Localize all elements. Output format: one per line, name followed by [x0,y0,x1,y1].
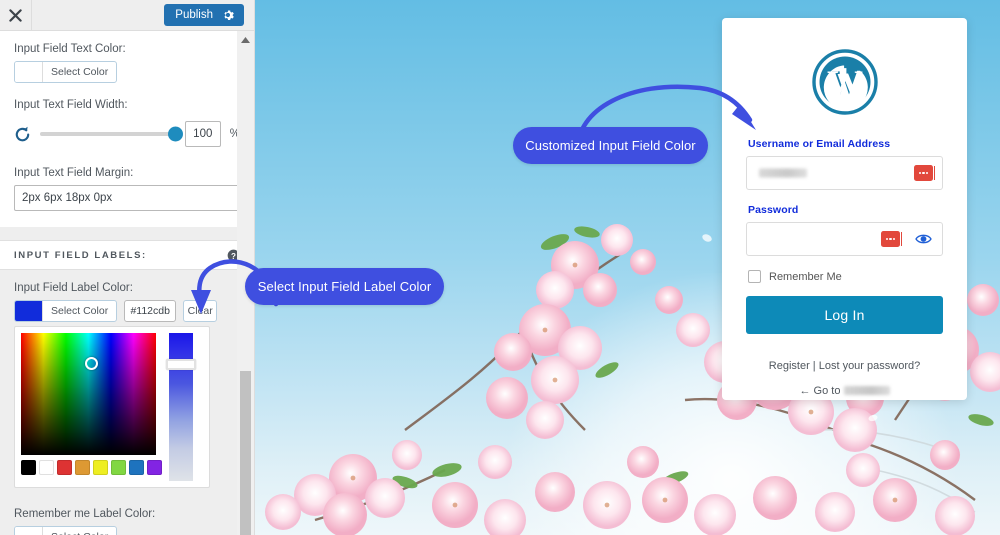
customizer-body: Input Field Text Color: Select Color Inp… [0,31,254,535]
select-color-label: Select Color [43,527,116,535]
swatch-white[interactable] [39,460,54,475]
input-text-field-width-label: Input Text Field Width: [14,99,128,111]
input-field-text-color-label: Input Field Text Color: [14,43,126,55]
remember-me-label-color-label: Remember me Label Color: [14,508,156,520]
width-slider-track[interactable] [40,126,183,142]
input-text-field-margin-control: Input Text Field Margin: 2px 6px 18px 0p… [0,155,254,227]
show-password-icon[interactable] [915,233,932,246]
color-swatch [15,62,43,82]
lastpass-icon[interactable] [881,231,902,247]
site-name-masked [843,386,890,395]
publish-button[interactable]: Publish [164,4,244,26]
gear-icon[interactable] [223,9,235,21]
swatch-green[interactable] [111,460,126,475]
input-text-field-width-control: Input Text Field Width: 100 % [0,87,254,155]
go-to-prefix: ← Go to [799,385,841,397]
remember-me-label-color-control: Remember me Label Color: Select Color [0,488,254,535]
scrollbar-thumb[interactable] [240,371,251,535]
wp-login-card: W Username or Email Address Password Rem… [722,18,967,400]
saturation-cursor[interactable] [85,357,98,370]
color-swatch [15,527,43,535]
customizer-sidebar: Publish Input Field Text Color: Select C… [0,0,255,535]
hex-value-input[interactable]: #112cdb [124,300,177,322]
register-link[interactable]: Register [769,360,810,372]
input-text-field-margin-label: Input Text Field Margin: [14,167,134,179]
swatch-blue[interactable] [129,460,144,475]
input-field-label-color-label: Input Field Label Color: [14,282,133,294]
remember-me-color-picker[interactable]: Select Color [14,526,118,535]
color-picker-widget[interactable] [14,326,210,488]
width-value-input[interactable]: 100 [184,121,221,147]
swatch-orange[interactable] [75,460,90,475]
close-icon [9,8,22,22]
publish-label: Publish [175,9,213,21]
color-swatch [15,301,43,321]
password-input[interactable] [746,222,943,256]
brightness-overlay [21,333,156,455]
customizer-header: Publish [0,0,254,31]
remember-me-row[interactable]: Remember Me [748,270,943,283]
svg-text:W: W [827,63,863,103]
scroll-up-icon[interactable] [241,37,250,43]
saturation-area[interactable] [21,333,156,455]
link-separator: | [812,360,816,372]
select-color-label: Select Color [51,305,109,317]
lost-password-link[interactable]: Lost your password? [819,360,921,372]
username-input[interactable] [746,156,943,190]
remember-me-checkbox[interactable] [748,270,761,283]
clear-color-button[interactable]: Clear [183,300,218,322]
section-title: INPUT FIELD LABELS: [14,249,147,261]
remember-me-label: Remember Me [769,270,842,283]
svg-text:?: ? [231,251,236,260]
password-label: Password [748,204,799,216]
log-in-button[interactable]: Log In [746,296,943,334]
swatch-red[interactable] [57,460,72,475]
input-field-panel: Input Field Text Color: Select Color Inp… [0,31,254,227]
input-field-text-color-control: Input Field Text Color: Select Color [0,31,254,83]
go-to-site-link[interactable]: ← Go to [746,385,943,397]
hue-slider-handle[interactable] [166,359,196,370]
username-value-masked [759,168,807,178]
input-field-text-color-picker[interactable]: Select Color [14,61,118,83]
label-color-panel: Input Field Label Color: Select Color #1… [0,270,254,535]
wordpress-logo-icon: W [811,49,878,115]
swatch-black[interactable] [21,460,36,475]
label-color-picker[interactable]: Select Color [14,300,118,322]
swatch-yellow[interactable] [93,460,108,475]
reset-icon[interactable] [14,126,31,143]
username-label: Username or Email Address [748,138,891,150]
callout-select-input-field-label-color: Select Input Field Label Color [245,268,444,305]
login-nav-links: Register | Lost your password? [746,360,943,372]
input-field-labels-section-header[interactable]: INPUT FIELD LABELS: ? [0,240,254,270]
width-slider-handle[interactable] [167,126,183,142]
callout-customized-input-field-color: Customized Input Field Color [513,127,708,164]
close-customizer-button[interactable] [0,0,32,30]
swatch-purple[interactable] [147,460,162,475]
preset-swatches[interactable] [21,460,162,475]
select-color-label: Select Color [51,66,109,78]
lastpass-icon[interactable] [914,165,935,181]
margin-input[interactable]: 2px 6px 18px 0px [14,185,240,211]
hue-slider[interactable] [166,333,196,481]
input-field-label-color-control: Input Field Label Color: Select Color #1… [0,270,254,488]
